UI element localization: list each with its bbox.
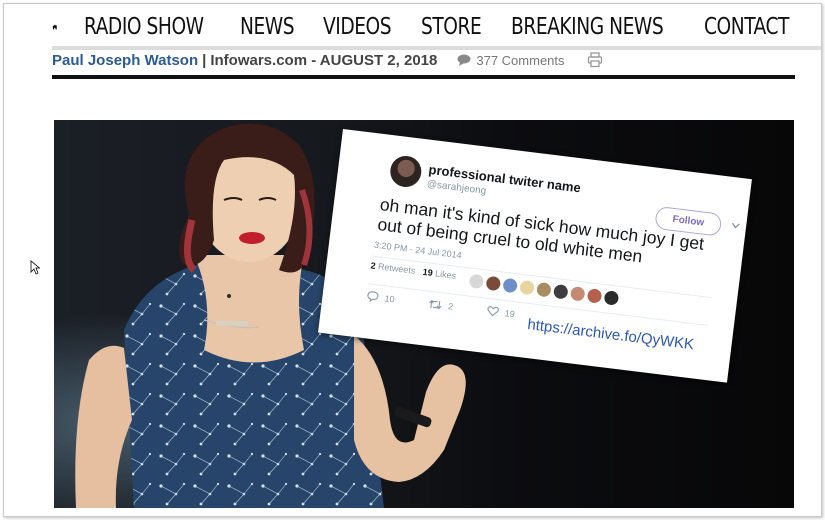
liker-avatar — [586, 288, 603, 304]
tweet-likes-count: 19 — [422, 266, 434, 278]
liker-avatar — [603, 290, 620, 306]
tweet-retweets-count: 2 — [369, 260, 377, 271]
tweet-likes-label: Likes — [434, 268, 457, 281]
article-byline: Paul Joseph Watson | Infowars.com - AUGU… — [52, 50, 603, 70]
author-link[interactable]: Paul Joseph Watson — [52, 52, 198, 69]
nav-radio-show[interactable]: RADIO SHOW — [84, 14, 204, 40]
liker-avatar — [502, 277, 518, 294]
liker-avatar — [536, 281, 552, 298]
mouse-cursor-icon — [30, 260, 40, 275]
site-date: Infowars.com - AUGUST 2, 2018 — [210, 51, 438, 69]
speech-bubble-icon — [457, 54, 471, 66]
heart-icon — [487, 306, 499, 317]
archive-link[interactable]: https://archive.fo/QyWKK — [527, 316, 695, 353]
header-rule — [52, 75, 795, 79]
nav-news[interactable]: NEWS — [240, 14, 295, 40]
like-count: 19 — [504, 307, 516, 319]
printer-icon[interactable] — [587, 52, 603, 68]
reply-action[interactable]: 10 — [366, 290, 395, 304]
comments-count: 377 Comments — [476, 52, 565, 68]
nav-breaking-news[interactable]: BREAKING NEWS — [511, 14, 664, 40]
liker-avatar — [519, 279, 535, 296]
screenshot-frame: RADIO SHOW NEWS VIDEOS STORE BREAKING NE… — [3, 3, 822, 517]
retweet-count: 2 — [447, 300, 454, 312]
comments-link[interactable]: 377 Comments — [457, 52, 565, 68]
chevron-down-icon[interactable] — [731, 222, 741, 229]
tweet-liker-avatars — [468, 273, 623, 307]
retweet-icon — [429, 299, 442, 309]
retweet-action[interactable]: 2 — [428, 298, 454, 311]
byline-separator: | — [202, 51, 207, 69]
home-icon[interactable] — [52, 15, 58, 39]
reply-count: 10 — [384, 292, 396, 305]
liker-avatar — [468, 273, 485, 290]
main-nav: RADIO SHOW NEWS VIDEOS STORE BREAKING NE… — [52, 8, 821, 46]
nav-store[interactable]: STORE — [421, 14, 482, 40]
nav-videos[interactable]: VIDEOS — [323, 14, 392, 40]
liker-avatar — [552, 283, 569, 300]
tweet-retweets-label: Retweets — [377, 261, 416, 276]
nav-contact[interactable]: CONTACT — [704, 14, 789, 40]
reply-icon — [367, 291, 379, 303]
liker-avatar — [485, 275, 502, 292]
like-action[interactable]: 19 — [486, 305, 515, 319]
liker-avatar — [569, 286, 586, 302]
tweet-avatar — [388, 154, 424, 189]
